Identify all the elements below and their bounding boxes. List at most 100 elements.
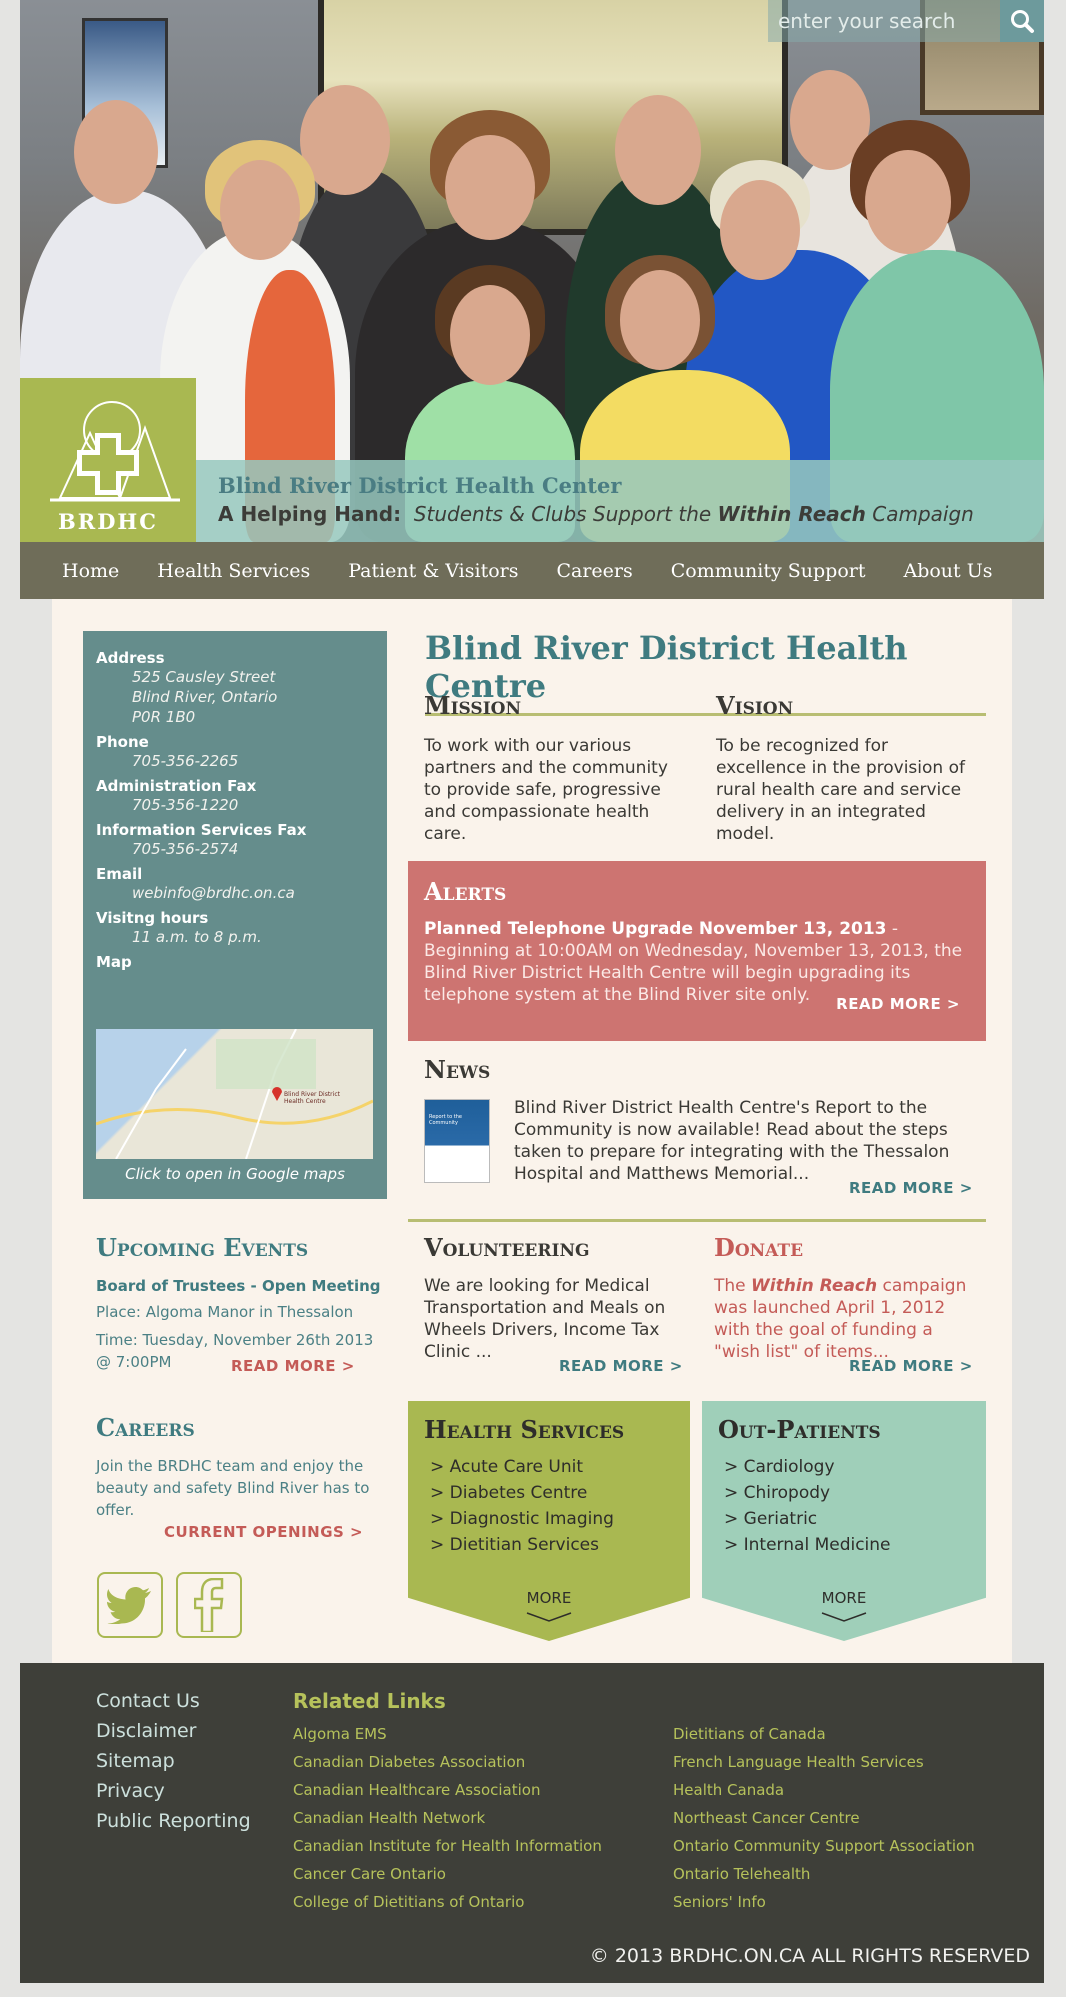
twitter-icon (107, 1587, 151, 1624)
out-patients-box[interactable]: Out-Patients > Cardiology > Chiropody > … (702, 1401, 986, 1641)
health-services-more[interactable]: MORE (408, 1589, 690, 1607)
banner-sub-campaign: Within Reach (717, 502, 866, 526)
footer-privacy[interactable]: Privacy (96, 1780, 165, 1802)
search-button[interactable] (1000, 0, 1044, 42)
address-line: Blind River, Ontario (132, 688, 278, 706)
related-link[interactable]: Dietitians of Canada (673, 1725, 826, 1743)
health-service-item[interactable]: > Diabetes Centre (430, 1480, 690, 1506)
chevron-down-icon (526, 1612, 572, 1622)
out-patient-item[interactable]: > Chiropody (724, 1480, 986, 1506)
facebook-button[interactable] (176, 1572, 242, 1638)
news-read-more[interactable]: READ MORE > (849, 1179, 973, 1197)
related-links-heading: Related Links (293, 1689, 446, 1713)
related-link[interactable]: Northeast Cancer Centre (673, 1809, 860, 1827)
related-link[interactable]: Canadian Healthcare Association (293, 1781, 540, 1799)
footer-contact-us[interactable]: Contact Us (96, 1690, 200, 1712)
banner-sub-bold: A Helping Hand: (218, 502, 402, 526)
volunteering-heading: Volunteering (424, 1233, 590, 1262)
footer-public-reporting[interactable]: Public Reporting (96, 1810, 251, 1832)
alert-title: Planned Telephone Upgrade November 13, 2… (424, 919, 887, 939)
google-map-thumbnail[interactable]: Blind River District Health Centre (96, 1029, 373, 1159)
related-link[interactable]: Algoma EMS (293, 1725, 387, 1743)
nav-community-support[interactable]: Community Support (671, 560, 866, 582)
person-head (865, 150, 951, 254)
health-service-item[interactable]: > Acute Care Unit (430, 1454, 690, 1480)
twitter-button[interactable] (97, 1572, 163, 1638)
copyright: © 2013 BRDHC.ON.CA ALL RIGHTS RESERVED (589, 1945, 1030, 1967)
current-openings-link[interactable]: CURRENT OPENINGS > (164, 1523, 363, 1541)
hours-label: Visitng hours (96, 909, 209, 927)
main-nav: Home Health Services Patient & Visitors … (20, 542, 1044, 599)
search-icon (1011, 10, 1034, 33)
map-label: Map (96, 953, 132, 971)
related-link[interactable]: Ontario Community Support Association (673, 1837, 975, 1855)
hours-value: 11 a.m. to 8 p.m. (132, 928, 262, 946)
banner-sub-italic-end: Campaign (872, 502, 974, 526)
nav-about-us[interactable]: About Us (903, 560, 992, 582)
hero-banner[interactable]: Blind River District Health Center A Hel… (196, 460, 1044, 542)
related-link[interactable]: Health Canada (673, 1781, 784, 1799)
address-line: P0R 1B0 (132, 708, 196, 726)
vision-heading: Vision (716, 691, 794, 720)
careers-heading: Careers (96, 1413, 195, 1442)
alert-text: Planned Telephone Upgrade November 13, 2… (424, 918, 970, 1006)
report-thumbnail[interactable]: Report to the Community (424, 1099, 490, 1183)
out-patients-more[interactable]: MORE (702, 1589, 986, 1607)
volunteering-read-more[interactable]: READ MORE > (559, 1357, 683, 1375)
person-head (74, 100, 158, 204)
donate-heading: Donate (714, 1233, 804, 1262)
donate-text-start: The (714, 1276, 746, 1296)
footer-disclaimer[interactable]: Disclaimer (96, 1720, 196, 1742)
out-patients-list: > Cardiology > Chiropody > Geriatric > I… (702, 1454, 986, 1558)
admin-fax-label: Administration Fax (96, 777, 257, 795)
report-thumb-title: Report to the Community (429, 1114, 462, 1126)
event-title[interactable]: Board of Trustees - Open Meeting (96, 1277, 381, 1295)
nav-careers[interactable]: Careers (556, 560, 632, 582)
health-services-box[interactable]: Health Services > Acute Care Unit > Diab… (408, 1401, 690, 1641)
related-link[interactable]: Seniors' Info (673, 1893, 766, 1911)
donate-read-more[interactable]: READ MORE > (849, 1357, 973, 1375)
facebook-icon (194, 1578, 224, 1632)
related-link[interactable]: Canadian Institute for Health Informatio… (293, 1837, 602, 1855)
is-fax-value: 705-356-2574 (132, 840, 239, 858)
nav-home[interactable]: Home (62, 560, 119, 582)
health-service-item[interactable]: > Diagnostic Imaging (430, 1506, 690, 1532)
person-head (615, 95, 701, 205)
footer: Contact Us Disclaimer Sitemap Privacy Pu… (20, 1663, 1044, 1983)
nav-health-services[interactable]: Health Services (157, 560, 310, 582)
address-line: 525 Causley Street (132, 668, 276, 686)
out-patient-item[interactable]: > Cardiology (724, 1454, 986, 1480)
alerts-heading: Alerts (424, 877, 507, 906)
events-read-more[interactable]: READ MORE > (231, 1357, 355, 1375)
related-link[interactable]: Cancer Care Ontario (293, 1865, 446, 1883)
banner-subtitle: A Helping Hand: Students & Clubs Support… (218, 502, 1044, 526)
nav-patient-visitors[interactable]: Patient & Visitors (348, 560, 518, 582)
phone-value[interactable]: 705-356-2265 (96, 751, 374, 771)
news-heading: News (424, 1055, 491, 1084)
person-head (620, 270, 700, 370)
email-link[interactable]: webinfo@brdhc.on.ca (96, 883, 374, 903)
out-patient-item[interactable]: > Internal Medicine (724, 1532, 986, 1558)
related-link[interactable]: Ontario Telehealth (673, 1865, 810, 1883)
related-link[interactable]: French Language Health Services (673, 1753, 924, 1771)
related-link[interactable]: College of Dietitians of Ontario (293, 1893, 524, 1911)
banner-sub-italic: Students & Clubs Support the (413, 502, 712, 526)
donate-campaign-name: Within Reach (751, 1276, 878, 1296)
map-pin-label: Blind River District Health Centre (284, 1091, 340, 1105)
out-patient-item[interactable]: > Geriatric (724, 1506, 986, 1532)
related-link[interactable]: Canadian Diabetes Association (293, 1753, 525, 1771)
related-link[interactable]: Canadian Health Network (293, 1809, 485, 1827)
brdhc-logo[interactable]: BRDHC (20, 378, 196, 542)
contact-info-box: Address 525 Causley Street Blind River, … (83, 631, 387, 1199)
health-service-item[interactable]: > Dietitian Services (430, 1532, 690, 1558)
event-place: Place: Algoma Manor in Thessalon (96, 1303, 354, 1321)
alerts-panel: Alerts Planned Telephone Upgrade Novembe… (408, 861, 986, 1041)
map-caption[interactable]: Click to open in Google maps (83, 1165, 387, 1183)
news-text: Blind River District Health Centre's Rep… (514, 1098, 950, 1184)
alerts-read-more[interactable]: READ MORE > (836, 995, 960, 1013)
phone-label: Phone (96, 733, 149, 751)
main-content: Address 525 Causley Street Blind River, … (52, 599, 1012, 1663)
mission-text: To work with our various partners and th… (424, 736, 668, 844)
search-input[interactable] (768, 0, 1008, 42)
footer-sitemap[interactable]: Sitemap (96, 1750, 175, 1772)
